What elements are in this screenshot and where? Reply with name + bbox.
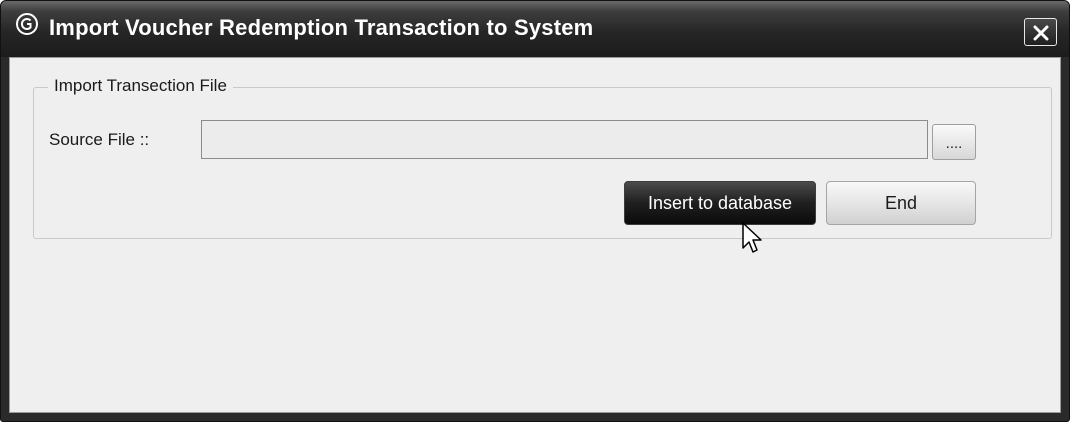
insert-to-database-button[interactable]: Insert to database [624,181,816,225]
dialog-body: Import Transection File Source File :: .… [9,57,1061,413]
close-button[interactable] [1024,18,1057,46]
browse-file-button[interactable]: .... [932,124,976,160]
source-file-label: Source File :: [49,130,150,149]
import-voucher-window: Import Voucher Redemption Transaction to… [0,0,1070,422]
title-bar[interactable]: Import Voucher Redemption Transaction to… [1,1,1069,57]
source-file-input[interactable] [201,120,928,159]
end-button[interactable]: End [826,181,976,225]
import-file-groupbox: Import Transection File Source File :: .… [33,76,1052,239]
groupbox-title: Import Transection File [48,76,233,96]
close-icon [1033,25,1049,41]
app-logo-icon [15,12,39,36]
window-title: Import Voucher Redemption Transaction to… [49,15,594,40]
